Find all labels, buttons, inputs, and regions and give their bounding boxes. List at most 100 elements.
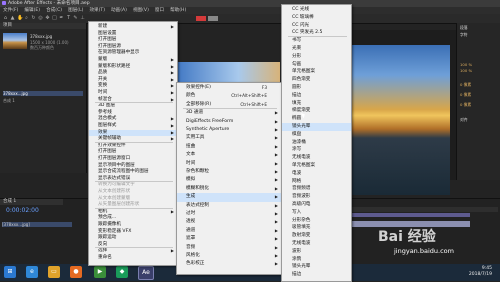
menu-item[interactable]: 表达式控制 ▶ [177,202,281,210]
indent-value[interactable]: 0 像素 [460,83,498,87]
menu-item[interactable]: 文本 ▶ [177,151,281,159]
timecode[interactable]: 0:00:02:00 [6,207,39,214]
composition-tab[interactable]: 合成 1 [0,199,63,205]
menu-item[interactable]: 打开图层 [89,37,177,44]
align-tab[interactable]: 对齐 [460,118,498,122]
menu-item[interactable]: 放射渐变 [282,232,351,240]
menu-item[interactable]: 通道 ▶ [177,227,281,235]
character-tab[interactable]: 字符 [460,33,498,37]
menu-item[interactable]: 音频波形 [282,193,351,201]
menu-item[interactable]: 写入 [282,209,351,217]
menu-window[interactable]: 窗口 [152,7,167,14]
menu-item[interactable]: 描边 [282,92,351,100]
menu-item[interactable]: 颜色 Ctrl+Alt+Shift+E [177,92,281,100]
menu-item[interactable]: 变换 ▶ [89,83,177,90]
menu-item[interactable]: 镜头光晕 [282,123,351,131]
home-icon[interactable]: ⌂ [3,16,8,21]
menu-composition[interactable]: 合成(C) [43,7,65,14]
menu-item[interactable]: 音频频谱 [282,185,351,193]
menu-item[interactable]: 跟踪摄像机 [89,222,177,229]
menu-item[interactable]: 单元格图案 [282,68,351,76]
menu-item[interactable]: 椭圆 [282,115,351,123]
menu-item[interactable]: 网格 [282,178,351,186]
menu-item[interactable]: 模拟 ▶ [177,176,281,184]
menu-item[interactable]: 风格化 ▶ [177,252,281,260]
scale-value[interactable]: 100 % [460,69,498,73]
indent-value[interactable]: 0 像素 [460,103,498,107]
menu-item[interactable]: 杂色和颗粒 ▶ [177,168,281,176]
paragraph-tab[interactable]: 段落 [460,26,498,30]
menu-item[interactable]: 蒙版 ▶ [89,57,177,64]
menu-item[interactable]: 图层样式 ▶ [89,123,177,130]
menu-item[interactable]: 过时 ▶ [177,210,281,218]
stamp-tool-icon[interactable]: ⊥ [80,16,85,21]
menu-item[interactable]: 混合模式 ▶ [89,116,177,123]
pen-tool-icon[interactable]: ✒ [59,16,64,21]
menu-item[interactable]: 无线电波 [282,240,351,248]
rectangle-tool-icon[interactable]: □ [52,16,57,21]
menu-layer[interactable]: 图层(L) [65,7,86,14]
camera-tool-icon[interactable]: ◎ [38,16,43,21]
menu-item[interactable]: 预合成... [89,215,177,222]
menu-item[interactable]: 色彩校正 ▶ [177,260,281,268]
menu-effect[interactable]: 效果(T) [86,7,108,14]
menu-item[interactable]: 音频 ▶ [177,244,281,252]
menu-item[interactable]: 实用工具 ▶ [177,134,281,142]
menu-item[interactable]: 3D 通道 ▶ [177,109,281,117]
menu-animation[interactable]: 动画(A) [108,7,130,14]
project-item[interactable]: 378xxx...jpg [3,91,83,96]
menu-item[interactable]: 油漆桶 [282,139,351,147]
menu-item[interactable]: CC 光线 [282,6,351,14]
folder-icon[interactable]: ▭ [48,266,60,278]
menu-item[interactable]: 勾画 [282,61,351,69]
menu-item[interactable]: 选择 ▶ [89,248,177,255]
menu-edit[interactable]: 编辑(E) [21,7,43,14]
menu-item[interactable]: 电波 [282,170,351,178]
menu-item[interactable]: 模糊和锐化 ▶ [177,185,281,193]
menu-item[interactable]: 涂鸦 [282,256,351,264]
menu-item[interactable]: 打开图层源窗口 [89,156,177,163]
menu-item[interactable]: 重命名 [89,255,177,262]
start-icon[interactable]: ⊞ [4,266,16,278]
scale-value[interactable]: 100 % [460,63,498,67]
menu-file[interactable]: 文件(F) [0,7,21,14]
selection-tool-icon[interactable]: ▲ [10,16,15,21]
stroke-color-swatch[interactable] [208,16,218,21]
menu-item[interactable]: 时间 ▶ [89,90,177,97]
menu-item[interactable]: 单元格图案 [282,162,351,170]
menu-item[interactable]: 3D 图层 [89,103,177,110]
fill-color-swatch[interactable] [196,16,206,21]
hand-tool-icon[interactable]: ✋ [17,16,23,21]
layer-row[interactable]: [378xxx...jpg] [2,222,72,227]
menu-item[interactable]: 分形杂色 [282,217,351,225]
menu-help[interactable]: 帮助(H) [167,7,189,14]
menu-item[interactable]: CC 玻璃棒 [282,14,351,22]
menu-item[interactable]: 效果控件(E) F3 [177,84,281,92]
menu-item[interactable]: 涂写 [282,146,351,154]
zoom-tool-icon[interactable]: ⌕ [24,16,29,21]
menu-item[interactable]: 吸管填充 [282,224,351,232]
menu-item[interactable]: 跟踪运动 [89,235,177,242]
system-clock[interactable]: 9:45 2018/7/19 [469,266,492,278]
firefox-icon[interactable]: ● [70,266,82,278]
ie-icon[interactable]: e [26,266,38,278]
menu-item[interactable]: 无线电波 [282,154,351,162]
menu-item[interactable]: 透视 ▶ [177,218,281,226]
menu-item[interactable]: 扭曲 ▶ [177,143,281,151]
project-item[interactable]: 合成 1 [3,98,83,103]
menu-item[interactable]: 新建 ▶ [89,24,177,31]
menu-item[interactable]: CC 闪光 [282,22,351,30]
menu-item[interactable]: 波形 [282,248,351,256]
menu-item[interactable]: 打开图层 [89,149,177,156]
menu-item[interactable]: 高级闪电 [282,201,351,209]
menu-item[interactable]: 光束 [282,45,351,53]
menu-item[interactable]: Synthetic Aperture ▶ [177,126,281,134]
app-icon[interactable]: ◆ [116,266,128,278]
menu-item[interactable]: 从文本创建形状 [89,189,177,196]
menu-item[interactable]: 显示合成流程图中的图层 [89,169,177,176]
menu-item[interactable]: 时间 ▶ [177,160,281,168]
menu-item[interactable]: 梯度渐变 [282,107,351,115]
menu-item[interactable]: 转换为可编辑文字 [89,182,177,189]
media-icon[interactable]: ▶ [94,266,106,278]
menu-item[interactable]: 生成 ▶ [177,193,281,202]
